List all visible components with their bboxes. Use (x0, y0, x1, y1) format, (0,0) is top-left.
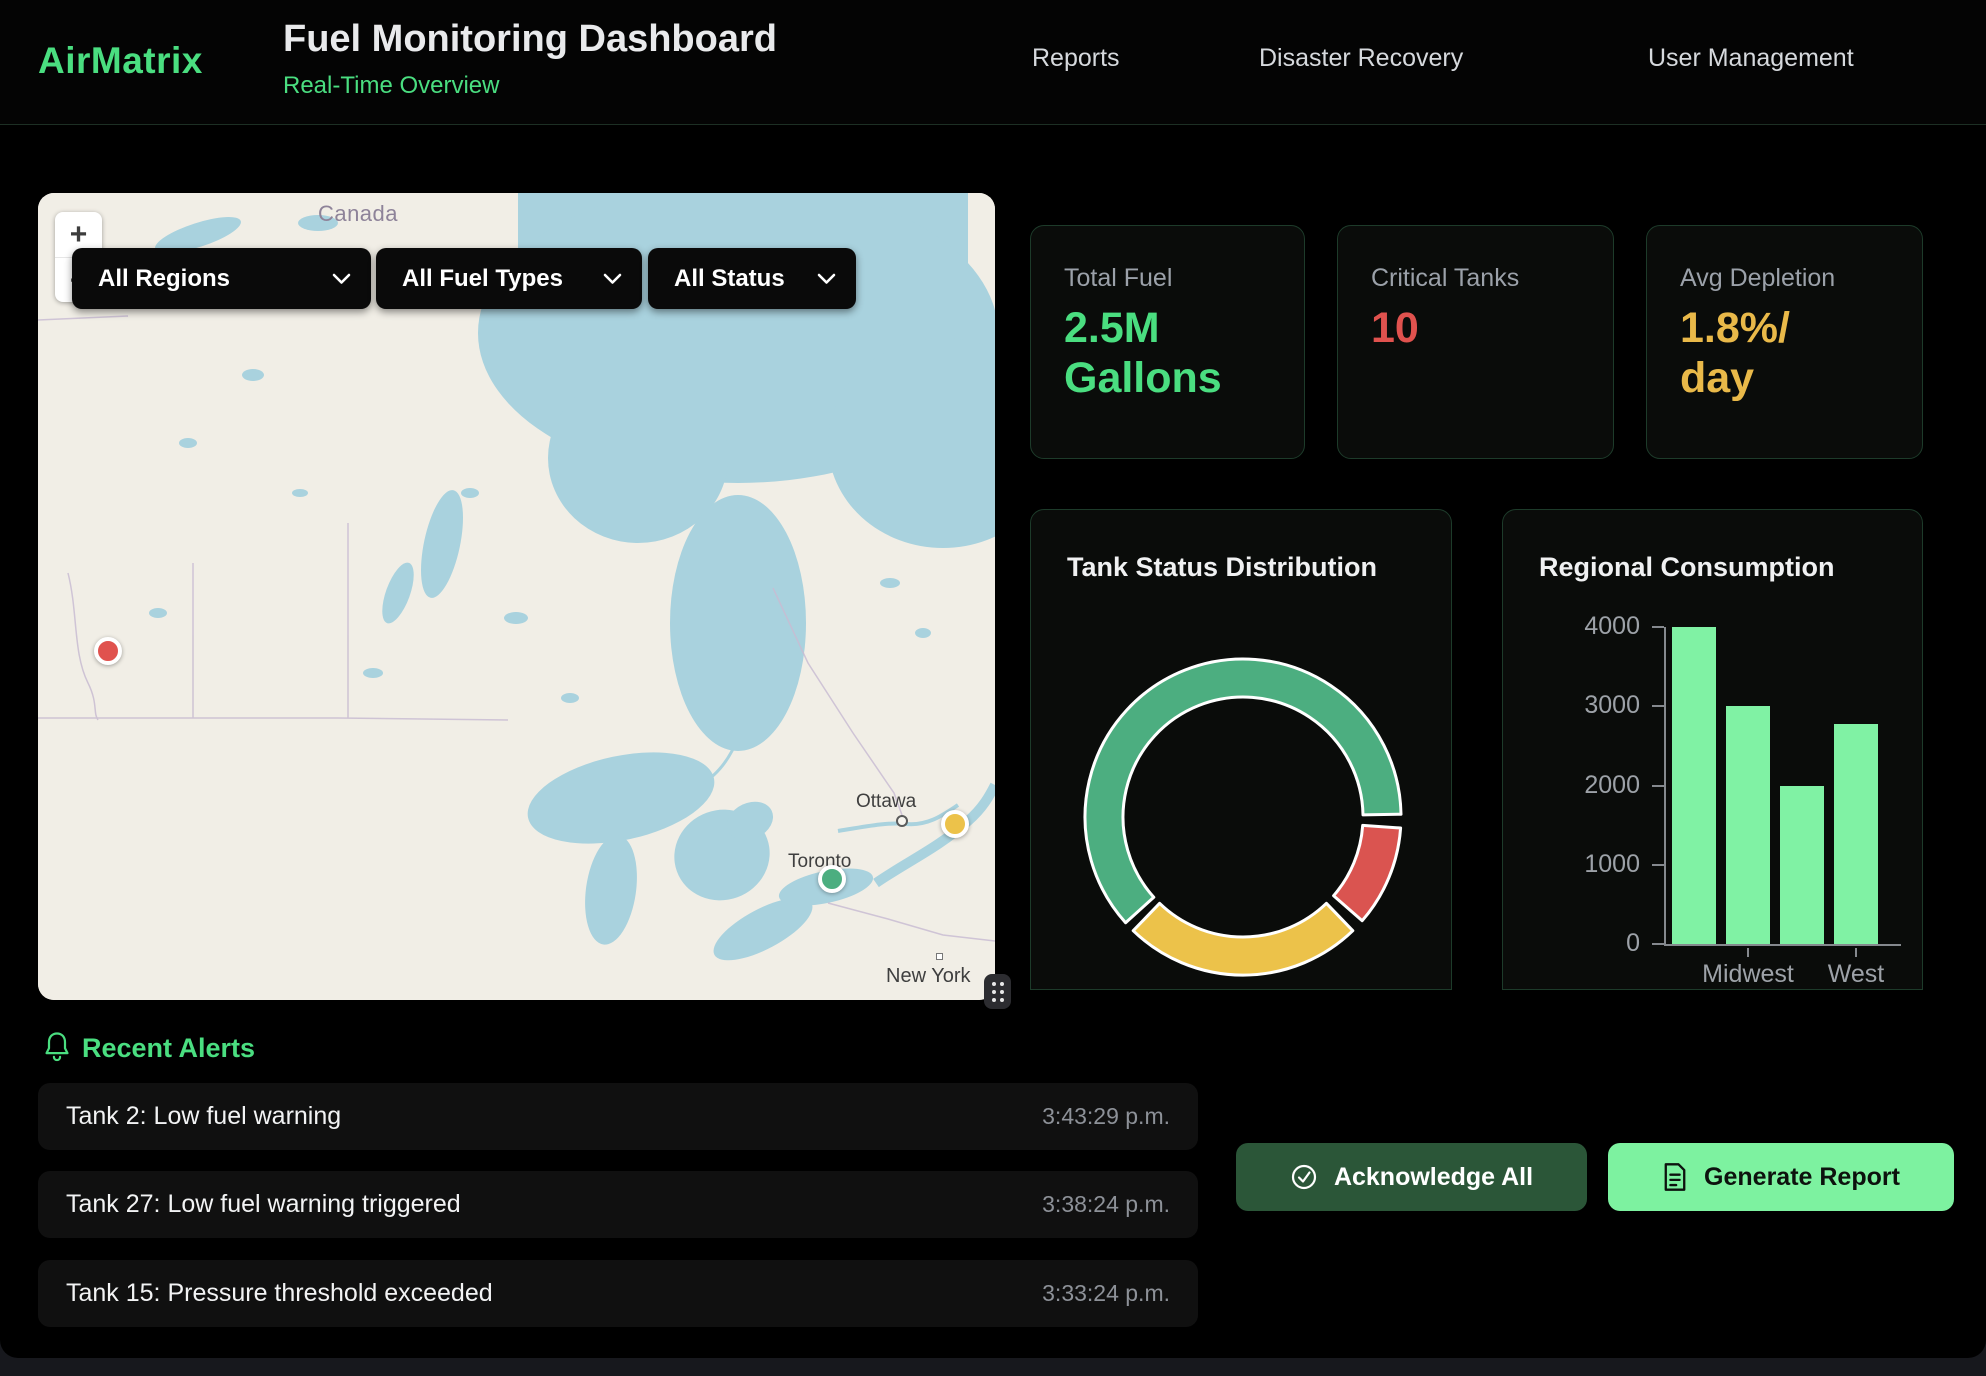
acknowledge-all-button[interactable]: Acknowledge All (1236, 1143, 1587, 1211)
stat-label: Critical Tanks (1371, 264, 1613, 293)
stat-card-avg-depletion: Avg Depletion 1.8%/day (1646, 225, 1923, 459)
acknowledge-all-label: Acknowledge All (1334, 1163, 1533, 1192)
y-tick-label: 4000 (1503, 612, 1640, 641)
region-filter-dropdown[interactable]: All Regions (72, 248, 371, 309)
alert-row[interactable]: Tank 2: Low fuel warning 3:43:29 p.m. (38, 1083, 1198, 1150)
alert-text: Tank 27: Low fuel warning triggered (66, 1190, 461, 1219)
chevron-down-icon (603, 273, 622, 285)
bar-region-1 (1726, 706, 1770, 944)
stat-value: 2.5MGallons (1064, 303, 1304, 404)
bell-icon (42, 1031, 72, 1063)
nav-user-management[interactable]: User Management (1648, 44, 1854, 73)
alert-time: 3:33:24 p.m. (1042, 1280, 1170, 1307)
x-tick-label: West (1786, 960, 1926, 989)
page-subtitle: Real-Time Overview (283, 72, 499, 100)
alerts-section-title: Recent Alerts (82, 1033, 255, 1064)
x-axis-line (1664, 944, 1901, 946)
y-tick-mark (1652, 626, 1664, 628)
donut-segment-warning (1133, 903, 1353, 975)
stat-value: 10 (1371, 303, 1613, 353)
stat-label: Avg Depletion (1680, 264, 1922, 293)
y-tick-mark (1652, 864, 1664, 866)
bar-region-3 (1834, 724, 1878, 944)
stat-card-critical-tanks: Critical Tanks 10 (1337, 225, 1614, 459)
x-tick-mark (1855, 948, 1857, 957)
map-label-ottawa: Ottawa (856, 791, 916, 813)
y-tick-mark (1652, 785, 1664, 787)
generate-report-button[interactable]: Generate Report (1608, 1143, 1954, 1211)
brand-logo: AirMatrix (38, 40, 203, 82)
map-label-canada: Canada (293, 201, 423, 227)
dashboard-window: AirMatrix Fuel Monitoring Dashboard Real… (0, 0, 1986, 1358)
check-circle-icon (1290, 1163, 1318, 1191)
app-root: AirMatrix Fuel Monitoring Dashboard Real… (0, 0, 1986, 1376)
tank-marker-critical[interactable] (94, 637, 122, 665)
donut-segment-critical (1334, 825, 1401, 920)
regional-consumption-plot: 01000200030004000MidwestWest (1503, 510, 1922, 989)
alert-time: 3:38:24 p.m. (1042, 1191, 1170, 1218)
map-panel[interactable]: Canada Ottawa Toronto New York + − All R… (38, 193, 995, 1000)
y-tick-label: 0 (1503, 929, 1640, 958)
tank-marker-normal[interactable] (818, 865, 846, 893)
new-york-dot (936, 953, 943, 960)
file-text-icon (1662, 1162, 1688, 1192)
alert-text: Tank 2: Low fuel warning (66, 1102, 341, 1131)
stat-label: Total Fuel (1064, 264, 1304, 293)
fuel-type-filter-value: All Fuel Types (402, 265, 563, 293)
page-title: Fuel Monitoring Dashboard (283, 18, 777, 61)
header: AirMatrix Fuel Monitoring Dashboard Real… (0, 0, 1986, 125)
tank-marker-warning[interactable] (941, 810, 969, 838)
stat-value: 1.8%/day (1680, 303, 1922, 404)
map-label-new-york: New York (886, 965, 971, 988)
generate-report-label: Generate Report (1704, 1163, 1900, 1192)
y-tick-label: 3000 (1503, 691, 1640, 720)
alert-row[interactable]: Tank 15: Pressure threshold exceeded 3:3… (38, 1260, 1198, 1327)
alert-time: 3:43:29 p.m. (1042, 1103, 1170, 1130)
chevron-down-icon (332, 273, 351, 285)
bar-region-2 (1780, 786, 1824, 945)
regional-consumption-card: Regional Consumption 01000200030004000Mi… (1502, 509, 1923, 990)
region-filter-value: All Regions (98, 265, 230, 293)
alert-row[interactable]: Tank 27: Low fuel warning triggered 3:38… (38, 1171, 1198, 1238)
y-tick-label: 2000 (1503, 771, 1640, 800)
nav-reports[interactable]: Reports (1032, 44, 1120, 73)
status-filter-dropdown[interactable]: All Status (648, 248, 856, 309)
map-canvas[interactable] (38, 193, 995, 1000)
nav-disaster-recovery[interactable]: Disaster Recovery (1259, 44, 1463, 73)
tank-status-card: Tank Status Distribution (1030, 509, 1452, 990)
ottawa-town-icon (896, 815, 908, 827)
x-tick-mark (1747, 948, 1749, 957)
stat-card-total-fuel: Total Fuel 2.5MGallons (1030, 225, 1305, 459)
status-filter-value: All Status (674, 265, 785, 293)
map-resize-handle[interactable] (984, 974, 1011, 1009)
tank-status-donut (1031, 510, 1453, 991)
fuel-type-filter-dropdown[interactable]: All Fuel Types (376, 248, 642, 309)
alert-text: Tank 15: Pressure threshold exceeded (66, 1279, 493, 1308)
y-tick-mark (1652, 705, 1664, 707)
chevron-down-icon (817, 273, 836, 285)
y-tick-mark (1652, 943, 1664, 945)
bar-region-0 (1672, 627, 1716, 944)
y-tick-label: 1000 (1503, 850, 1640, 879)
y-axis-line (1664, 627, 1666, 946)
